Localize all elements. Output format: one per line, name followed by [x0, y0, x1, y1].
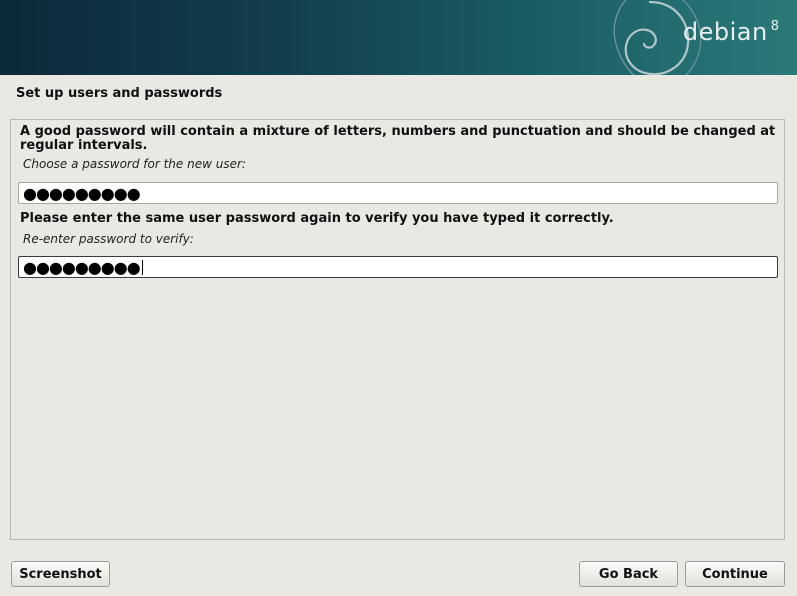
password-help-line-1: A good password will contain a mixture o…: [20, 124, 776, 139]
brand-version: 8: [770, 19, 779, 34]
verify-instruction: Please enter the same user password agai…: [20, 211, 614, 226]
password-value: ●●●●●●●●●: [23, 183, 141, 203]
password-label: Choose a password for the new user:: [23, 157, 246, 171]
password-input[interactable]: ●●●●●●●●●: [18, 182, 778, 204]
continue-button[interactable]: Continue: [685, 561, 785, 587]
verify-password-value: ●●●●●●●●●: [23, 257, 141, 277]
debian-brand: debian 8: [683, 18, 779, 46]
text-caret: [141, 259, 143, 275]
verify-password-input[interactable]: ●●●●●●●●●: [18, 256, 778, 278]
page-title: Set up users and passwords: [16, 86, 223, 101]
screenshot-button[interactable]: Screenshot: [11, 561, 110, 587]
brand-name: debian: [682, 18, 768, 46]
password-help-text: A good password will contain a mixture o…: [20, 125, 775, 153]
header-banner: debian 8: [0, 0, 797, 75]
password-help-line-2: regular intervals.: [20, 138, 148, 153]
verify-label: Re-enter password to verify:: [23, 232, 194, 246]
go-back-button[interactable]: Go Back: [579, 561, 678, 587]
